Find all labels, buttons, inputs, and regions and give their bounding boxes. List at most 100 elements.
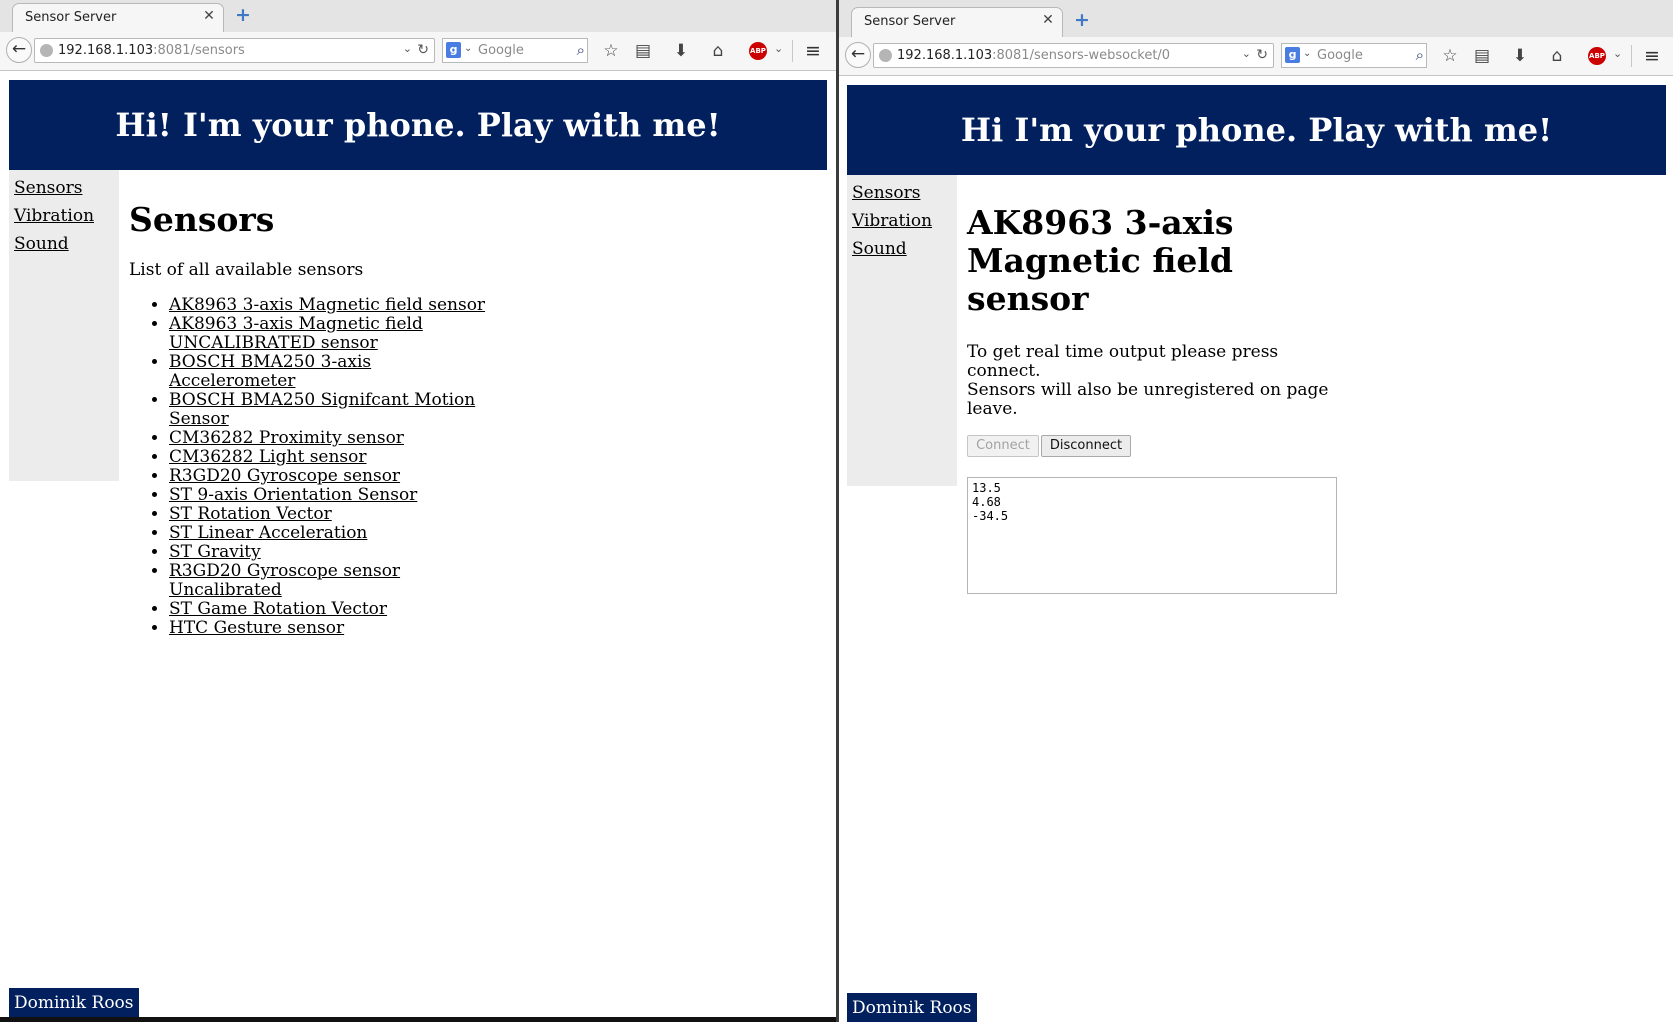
home-icon[interactable]: ⌂: [707, 41, 729, 61]
url-bar[interactable]: 192.168.1.103:8081/sensors ⌄ ↻: [34, 38, 435, 63]
output-line-z: -34.5: [972, 509, 1009, 523]
sensor-link[interactable]: AK8963 3-axis Magnetic field UNCALIBRATE…: [169, 314, 423, 353]
download-icon[interactable]: ⬇: [1509, 46, 1531, 66]
connect-button[interactable]: Connect: [967, 435, 1039, 457]
url-host: 192.168.1.103: [58, 43, 154, 58]
sensor-title: AK8963 3-axis Magnetic field sensor: [967, 204, 1233, 318]
chevron-down-icon[interactable]: ⌄: [1613, 47, 1622, 60]
navigation-toolbar: ← 192.168.1.103:8081/sensors ⌄ ↻ g ⌄ Goo…: [0, 32, 836, 71]
sensor-list-item: ST 9-axis Orientation Sensor: [169, 486, 499, 505]
sensor-link[interactable]: BOSCH BMA250 3-axis Accelerometer: [169, 352, 371, 391]
sensor-output-box[interactable]: 13.5 4.68 -34.5: [967, 477, 1337, 594]
sensor-list-item: AK8963 3-axis Magnetic field UNCALIBRATE…: [169, 315, 499, 353]
tab-title: Sensor Server: [25, 10, 117, 25]
adblock-icon[interactable]: ABP: [1588, 47, 1606, 65]
sensor-link[interactable]: AK8963 3-axis Magnetic field sensor: [169, 295, 485, 315]
chevron-down-icon[interactable]: ⌄: [774, 42, 783, 55]
back-button[interactable]: ←: [6, 37, 32, 63]
google-icon: g: [1285, 47, 1300, 63]
new-tab-icon[interactable]: +: [1073, 11, 1091, 30]
search-icon[interactable]: ⌕: [577, 41, 585, 59]
sensor-link[interactable]: ST 9-axis Orientation Sensor: [169, 485, 417, 505]
star-icon[interactable]: ☆: [1439, 46, 1461, 66]
sensor-list: AK8963 3-axis Magnetic field sensorAK896…: [129, 296, 499, 638]
star-icon[interactable]: ☆: [600, 41, 622, 61]
toolbar-separator: [1631, 45, 1632, 67]
browser-tab[interactable]: Sensor Server ✕: [12, 3, 224, 32]
sidebar-item-sensors[interactable]: Sensors: [852, 183, 952, 203]
sensor-link[interactable]: HTC Gesture sensor: [169, 618, 344, 638]
description-line: Sensors will also be unregistered on pag…: [967, 380, 1329, 400]
footer-author: Dominik Roos: [847, 993, 977, 1022]
sensor-link[interactable]: ST Linear Acceleration: [169, 523, 367, 543]
reload-icon[interactable]: ↻: [1256, 47, 1268, 63]
sensor-link[interactable]: R3GD20 Gyroscope sensor: [169, 466, 400, 486]
hamburger-menu-icon[interactable]: ≡: [1643, 46, 1661, 66]
sensor-list-item: ST Linear Acceleration: [169, 524, 499, 543]
toolbar-separator: [792, 40, 793, 62]
sensor-title-line: AK8963 3-axis: [967, 203, 1234, 242]
description-line: To get real time output please press: [967, 342, 1279, 362]
tab-bar: Sensor Server ✕ +: [839, 0, 1673, 37]
sidebar-item-sound[interactable]: Sound: [14, 234, 114, 254]
sensor-list-item: R3GD20 Gyroscope sensor: [169, 467, 499, 486]
sidebar-item-vibration[interactable]: Vibration: [852, 211, 952, 231]
site-banner: Hi! I'm your phone. Play with me!: [9, 80, 827, 170]
sensor-link[interactable]: R3GD20 Gyroscope sensor Uncalibrated: [169, 561, 400, 600]
page-content: Hi! I'm your phone. Play with me! Sensor…: [0, 71, 836, 1022]
browser-window-right: Sensor Server ✕ + ← 192.168.1.103:8081/s…: [839, 0, 1673, 1022]
download-icon[interactable]: ⬇: [670, 41, 692, 61]
sidebar-item-vibration[interactable]: Vibration: [14, 206, 114, 226]
page-intro: List of all available sensors: [129, 260, 364, 280]
search-input[interactable]: Google: [1317, 48, 1363, 63]
search-bar[interactable]: g ⌄ Google ⌕: [1281, 43, 1427, 68]
sensor-link[interactable]: CM36282 Light sensor: [169, 447, 367, 467]
chevron-down-icon[interactable]: ⌄: [1303, 48, 1311, 59]
sensor-link[interactable]: ST Game Rotation Vector: [169, 599, 387, 619]
page-content: Hi I'm your phone. Play with me! Sensors…: [839, 76, 1673, 1022]
url-path: :8081/sensors-websocket/0: [992, 48, 1171, 63]
sensor-link[interactable]: ST Rotation Vector: [169, 504, 332, 524]
sensor-list-item: ST Rotation Vector: [169, 505, 499, 524]
search-icon[interactable]: ⌕: [1416, 46, 1424, 64]
sensor-link[interactable]: ST Gravity: [169, 542, 261, 562]
sensor-list-item: R3GD20 Gyroscope sensor Uncalibrated: [169, 562, 499, 600]
output-line-y: 4.68: [972, 495, 1001, 509]
sensor-list-item: CM36282 Light sensor: [169, 448, 499, 467]
search-input[interactable]: Google: [478, 43, 524, 58]
sidebar-item-sensors[interactable]: Sensors: [14, 178, 114, 198]
banner-text: Hi I'm your phone. Play with me!: [960, 111, 1553, 149]
disconnect-button[interactable]: Disconnect: [1041, 435, 1131, 457]
chevron-down-icon[interactable]: ⌄: [464, 43, 472, 54]
description-line: connect.: [967, 361, 1041, 381]
home-icon[interactable]: ⌂: [1546, 46, 1568, 66]
google-icon: g: [446, 42, 461, 58]
sidebar-item-sound[interactable]: Sound: [852, 239, 952, 259]
chevron-down-icon[interactable]: ⌄: [1242, 47, 1251, 60]
url-bar[interactable]: 192.168.1.103:8081/sensors-websocket/0 ⌄…: [873, 43, 1274, 68]
back-button[interactable]: ←: [845, 42, 871, 68]
reload-icon[interactable]: ↻: [417, 42, 429, 58]
new-tab-icon[interactable]: +: [234, 6, 252, 25]
browser-window-left: Sensor Server ✕ + ← 192.168.1.103:8081/s…: [0, 0, 839, 1022]
tab-bar: Sensor Server ✕ +: [0, 0, 836, 32]
url-text: 192.168.1.103:8081/sensors-websocket/0: [897, 48, 1170, 63]
arrow-left-icon: ←: [850, 44, 866, 64]
navigation-toolbar: ← 192.168.1.103:8081/sensors-websocket/0…: [839, 37, 1673, 76]
sensor-list-item: ST Gravity: [169, 543, 499, 562]
sensor-link[interactable]: BOSCH BMA250 Signifcant Motion Sensor: [169, 390, 475, 429]
clipboard-icon[interactable]: ▤: [1471, 46, 1493, 66]
browser-tab[interactable]: Sensor Server ✕: [851, 7, 1063, 37]
clipboard-icon[interactable]: ▤: [632, 41, 654, 61]
tab-title: Sensor Server: [864, 14, 956, 29]
adblock-icon[interactable]: ABP: [749, 42, 767, 60]
chevron-down-icon[interactable]: ⌄: [403, 42, 412, 55]
sensor-link[interactable]: CM36282 Proximity sensor: [169, 428, 404, 448]
search-bar[interactable]: g ⌄ Google ⌕: [442, 38, 588, 63]
close-tab-icon[interactable]: ✕: [201, 8, 217, 24]
hamburger-menu-icon[interactable]: ≡: [804, 41, 822, 61]
sidebar: Sensors Vibration Sound: [847, 175, 957, 486]
close-tab-icon[interactable]: ✕: [1040, 12, 1056, 28]
sensor-list-item: CM36282 Proximity sensor: [169, 429, 499, 448]
sensor-list-item: BOSCH BMA250 Signifcant Motion Sensor: [169, 391, 499, 429]
